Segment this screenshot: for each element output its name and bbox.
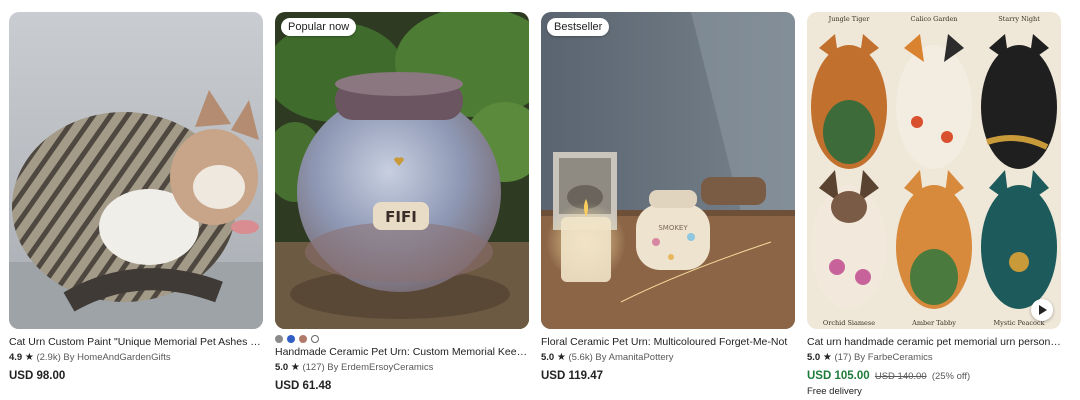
- listing-image[interactable]: FIFI Popular now: [275, 12, 529, 329]
- color-swatch[interactable]: [311, 335, 319, 343]
- color-swatch[interactable]: [275, 335, 283, 343]
- price: USD 61.48: [275, 380, 332, 392]
- review-count: (127): [302, 362, 325, 373]
- urn-engraving: FIFI: [385, 208, 417, 226]
- listing-image[interactable]: Jungle Tiger Calico Garden Starry Night …: [807, 12, 1061, 329]
- listing-card[interactable]: FIFI Popular now Handmade Ceramic Pet Ur…: [275, 12, 529, 394]
- listing-meta: 5.0 ★ (5.6k) By AmanitaPottery: [541, 351, 795, 365]
- shop-name[interactable]: By FarbeCeramics: [854, 352, 933, 363]
- original-price: USD 140.00: [874, 371, 927, 382]
- star-icon: ★: [24, 352, 34, 363]
- cat-label: Starry Night: [998, 15, 1040, 23]
- popular-badge: Popular now: [281, 18, 357, 36]
- color-swatches: [275, 335, 529, 343]
- price: USD 105.00 USD 140.00 (25% off): [807, 369, 1061, 384]
- play-icon[interactable]: [1031, 299, 1053, 321]
- shop-name[interactable]: By AmanitaPottery: [595, 352, 673, 363]
- cat-label: Orchid Siamese: [823, 319, 875, 327]
- listing-meta: 5.0 ★ (17) By FarbeCeramics: [807, 351, 1061, 365]
- listing-title[interactable]: Handmade Ceramic Pet Urn: Custom Memoria…: [275, 345, 529, 359]
- color-swatch[interactable]: [287, 335, 295, 343]
- discount: (25% off): [931, 371, 971, 382]
- listing-card[interactable]: Jungle Tiger Calico Garden Starry Night …: [807, 12, 1061, 398]
- price: USD 119.47: [541, 370, 604, 382]
- color-swatch[interactable]: [299, 335, 307, 343]
- review-count: (17): [834, 352, 852, 363]
- review-count: (2.9k): [36, 352, 61, 363]
- star-icon: ★: [822, 352, 832, 363]
- listing-meta: 4.9 ★ (2.9k) By HomeAndGardenGifts: [9, 351, 263, 365]
- listing-title[interactable]: Cat Urn Custom Paint "Unique Memorial Pe…: [9, 335, 263, 349]
- rating-value: 5.0: [275, 362, 289, 373]
- listing-card[interactable]: SMOKEY Bestseller Floral Ceramic Pet Urn…: [541, 12, 795, 384]
- listing-image[interactable]: [9, 12, 263, 329]
- shop-name[interactable]: By ErdemErsoyCeramics: [327, 362, 433, 373]
- cat-label: Jungle Tiger: [828, 15, 871, 23]
- listing-image[interactable]: SMOKEY Bestseller: [541, 12, 795, 329]
- shipping-info: Free delivery: [807, 386, 862, 397]
- listing-meta: 5.0 ★ (127) By ErdemErsoyCeramics: [275, 361, 529, 375]
- rating-value: 5.0: [541, 352, 555, 363]
- price: USD 98.00: [9, 370, 66, 382]
- listing-grid: Cat Urn Custom Paint "Unique Memorial Pe…: [0, 0, 1080, 400]
- cat-label: Calico Garden: [911, 15, 958, 23]
- review-count: (5.6k): [568, 352, 593, 363]
- listing-card[interactable]: Cat Urn Custom Paint "Unique Memorial Pe…: [9, 12, 263, 384]
- listing-title[interactable]: Floral Ceramic Pet Urn: Multicoloured Fo…: [541, 335, 795, 349]
- sale-price: USD 105.00: [807, 370, 870, 382]
- rating-value: 4.9: [9, 352, 23, 363]
- listing-title[interactable]: Cat urn handmade ceramic pet memorial ur…: [807, 335, 1061, 349]
- star-icon: ★: [556, 352, 566, 363]
- rating-value: 5.0: [807, 352, 821, 363]
- star-icon: ★: [290, 362, 300, 373]
- urn-engraving: SMOKEY: [658, 224, 688, 232]
- cat-label: Amber Tabby: [911, 319, 956, 327]
- bestseller-badge: Bestseller: [547, 18, 610, 36]
- shop-name[interactable]: By HomeAndGardenGifts: [63, 352, 170, 363]
